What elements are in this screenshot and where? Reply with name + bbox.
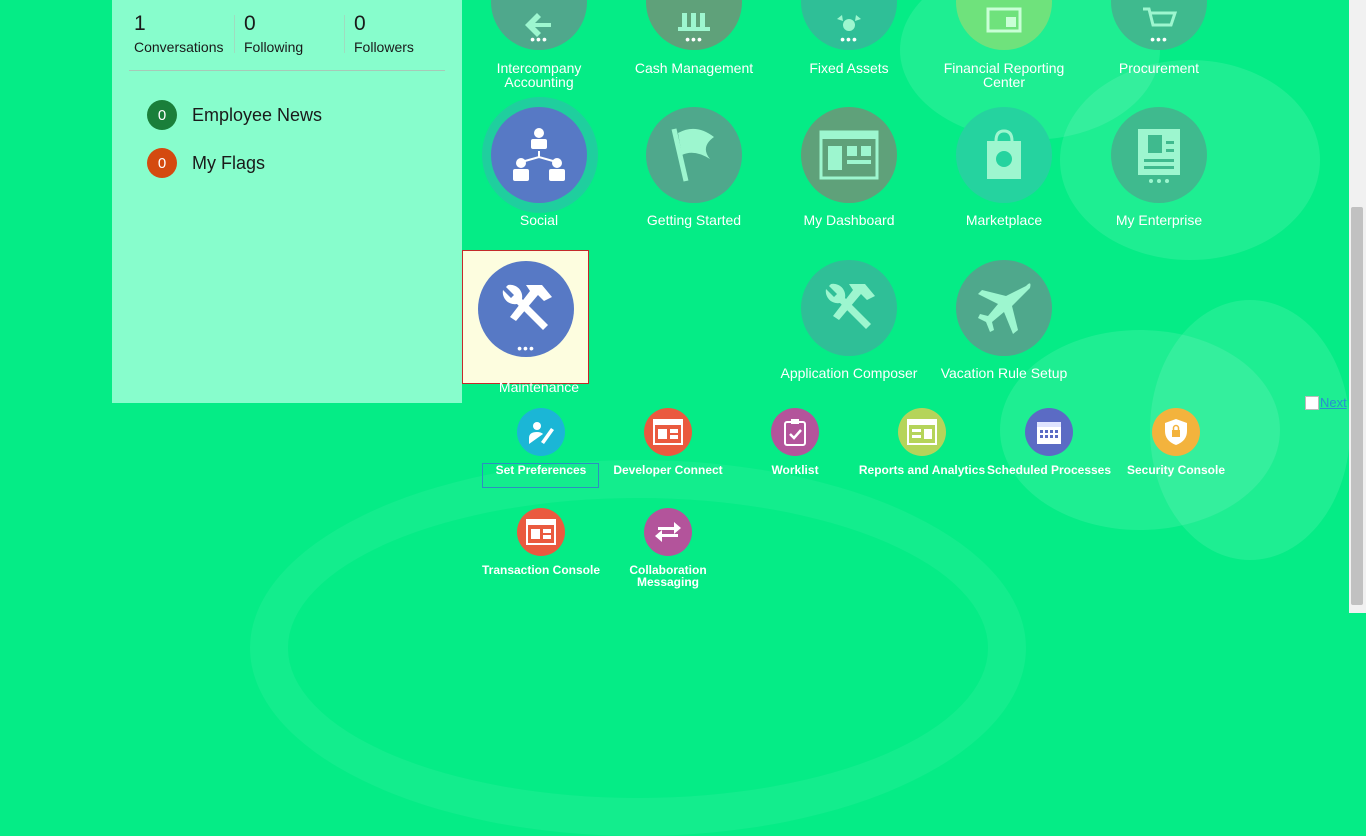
quick-link-label: Collaboration Messaging: [629, 563, 707, 589]
tile-label: Financial Reporting Center: [943, 60, 1065, 90]
tile-label: Getting Started: [646, 212, 742, 228]
broken-image-icon: [1305, 395, 1319, 410]
quick-link-label: Scheduled Processes: [986, 463, 1112, 477]
shield-icon: [1152, 408, 1200, 456]
reports-icon: [898, 408, 946, 456]
stat-label: Conversations: [134, 39, 224, 55]
building-icon: [1111, 107, 1207, 203]
quick-link-label: Worklist: [771, 463, 819, 477]
tile-label: Application Composer: [780, 365, 918, 381]
transaction-console-icon: [517, 508, 565, 556]
employee-news-link[interactable]: 0 Employee News: [147, 100, 322, 130]
quick-link-scheduled-processes[interactable]: Scheduled Processes: [985, 408, 1113, 478]
airplane-icon: [956, 260, 1052, 356]
quick-link-label: Security Console: [1126, 463, 1226, 477]
developer-connect-icon: [644, 408, 692, 456]
tile-label: Marketplace: [965, 212, 1043, 228]
more-dots-icon: •••: [530, 31, 548, 47]
profile-panel: 1 Conversations 0 Following 0 Followers …: [112, 0, 462, 403]
stat-count: 0: [244, 12, 256, 35]
tile-getting-started[interactable]: Getting Started: [619, 97, 769, 237]
quick-link-security-console[interactable]: Security Console: [1112, 408, 1240, 478]
dashboard-icon: [801, 107, 897, 203]
tile-social[interactable]: Social: [464, 97, 614, 237]
tile-label: Vacation Rule Setup: [940, 365, 1068, 381]
clipboard-check-icon: [771, 408, 819, 456]
tile-vacation-rule-setup[interactable]: Vacation Rule Setup: [929, 250, 1079, 400]
tile-label: My Enterprise: [1115, 212, 1203, 228]
stat-followers[interactable]: 0 Followers: [354, 12, 414, 56]
quick-link-collaboration-messaging[interactable]: Collaboration Messaging: [604, 508, 732, 590]
tile-label: Intercompany Accounting: [496, 60, 582, 90]
next-link-label: Next: [1320, 395, 1347, 410]
stat-divider: [234, 15, 235, 53]
quick-link-transaction-console[interactable]: Transaction Console: [477, 508, 605, 578]
quick-link-label: Transaction Console: [481, 563, 601, 577]
quick-link-developer-connect[interactable]: Developer Connect: [604, 408, 732, 478]
scrollbar-thumb[interactable]: [1351, 207, 1363, 605]
my-flags-label: My Flags: [192, 152, 266, 173]
tile-fixed-assets[interactable]: ••• Fixed Assets: [774, 0, 924, 80]
tile-label: Social: [519, 212, 559, 228]
tile-marketplace[interactable]: Marketplace: [929, 97, 1079, 237]
employee-news-count-badge: 0: [147, 100, 177, 130]
report-center-icon: [956, 0, 1052, 50]
tile-cash-management[interactable]: ••• Cash Management: [619, 0, 769, 80]
preferences-icon: [517, 408, 565, 456]
quick-link-reports-and-analytics[interactable]: Reports and Analytics: [858, 408, 986, 478]
my-flags-count-badge: 0: [147, 148, 177, 178]
tile-my-enterprise[interactable]: My Enterprise: [1084, 97, 1234, 237]
panel-divider: [129, 70, 445, 71]
tile-label: Cash Management: [634, 60, 754, 76]
next-page-link[interactable]: Next: [1305, 395, 1347, 410]
stat-conversations[interactable]: 1 Conversations: [134, 12, 224, 56]
stat-label: Following: [244, 39, 304, 55]
stat-count: 1: [134, 12, 146, 35]
org-chart-icon: [491, 107, 587, 203]
stat-divider: [344, 15, 345, 53]
more-dots-icon: •••: [517, 340, 535, 356]
stat-following[interactable]: 0 Following: [244, 12, 303, 56]
tile-label: My Dashboard: [803, 212, 895, 228]
shopping-bag-icon: [956, 107, 1052, 203]
exchange-arrows-icon: [644, 508, 692, 556]
tile-application-composer[interactable]: Application Composer: [774, 250, 924, 400]
tile-label: Fixed Assets: [809, 60, 889, 76]
calendar-icon: [1025, 408, 1073, 456]
more-dots-icon: •••: [840, 31, 858, 47]
stat-label: Followers: [354, 39, 414, 55]
tile-label: Procurement: [1118, 60, 1200, 76]
tile-my-dashboard[interactable]: My Dashboard: [774, 97, 924, 237]
tile-intercompany-accounting[interactable]: ••• Intercompany Accounting: [464, 0, 614, 92]
more-dots-icon: •••: [1150, 31, 1168, 47]
keyboard-focus-outline: [482, 463, 599, 488]
quick-link-label: Reports and Analytics: [858, 463, 986, 477]
my-flags-link[interactable]: 0 My Flags: [147, 148, 265, 178]
tools-icon: [801, 260, 897, 356]
tile-procurement[interactable]: ••• Procurement: [1084, 0, 1234, 80]
more-dots-icon: •••: [685, 31, 703, 47]
vertical-scrollbar[interactable]: [1349, 0, 1366, 613]
quick-link-label: Developer Connect: [613, 463, 723, 477]
tile-financial-reporting-center[interactable]: Financial Reporting Center: [929, 0, 1079, 92]
flag-icon: [646, 107, 742, 203]
quick-link-worklist[interactable]: Worklist: [731, 408, 859, 478]
tile-label: Maintenance: [498, 379, 580, 395]
stat-count: 0: [354, 12, 366, 35]
employee-news-label: Employee News: [192, 104, 323, 125]
tile-maintenance[interactable]: ••• Maintenance: [464, 250, 614, 400]
